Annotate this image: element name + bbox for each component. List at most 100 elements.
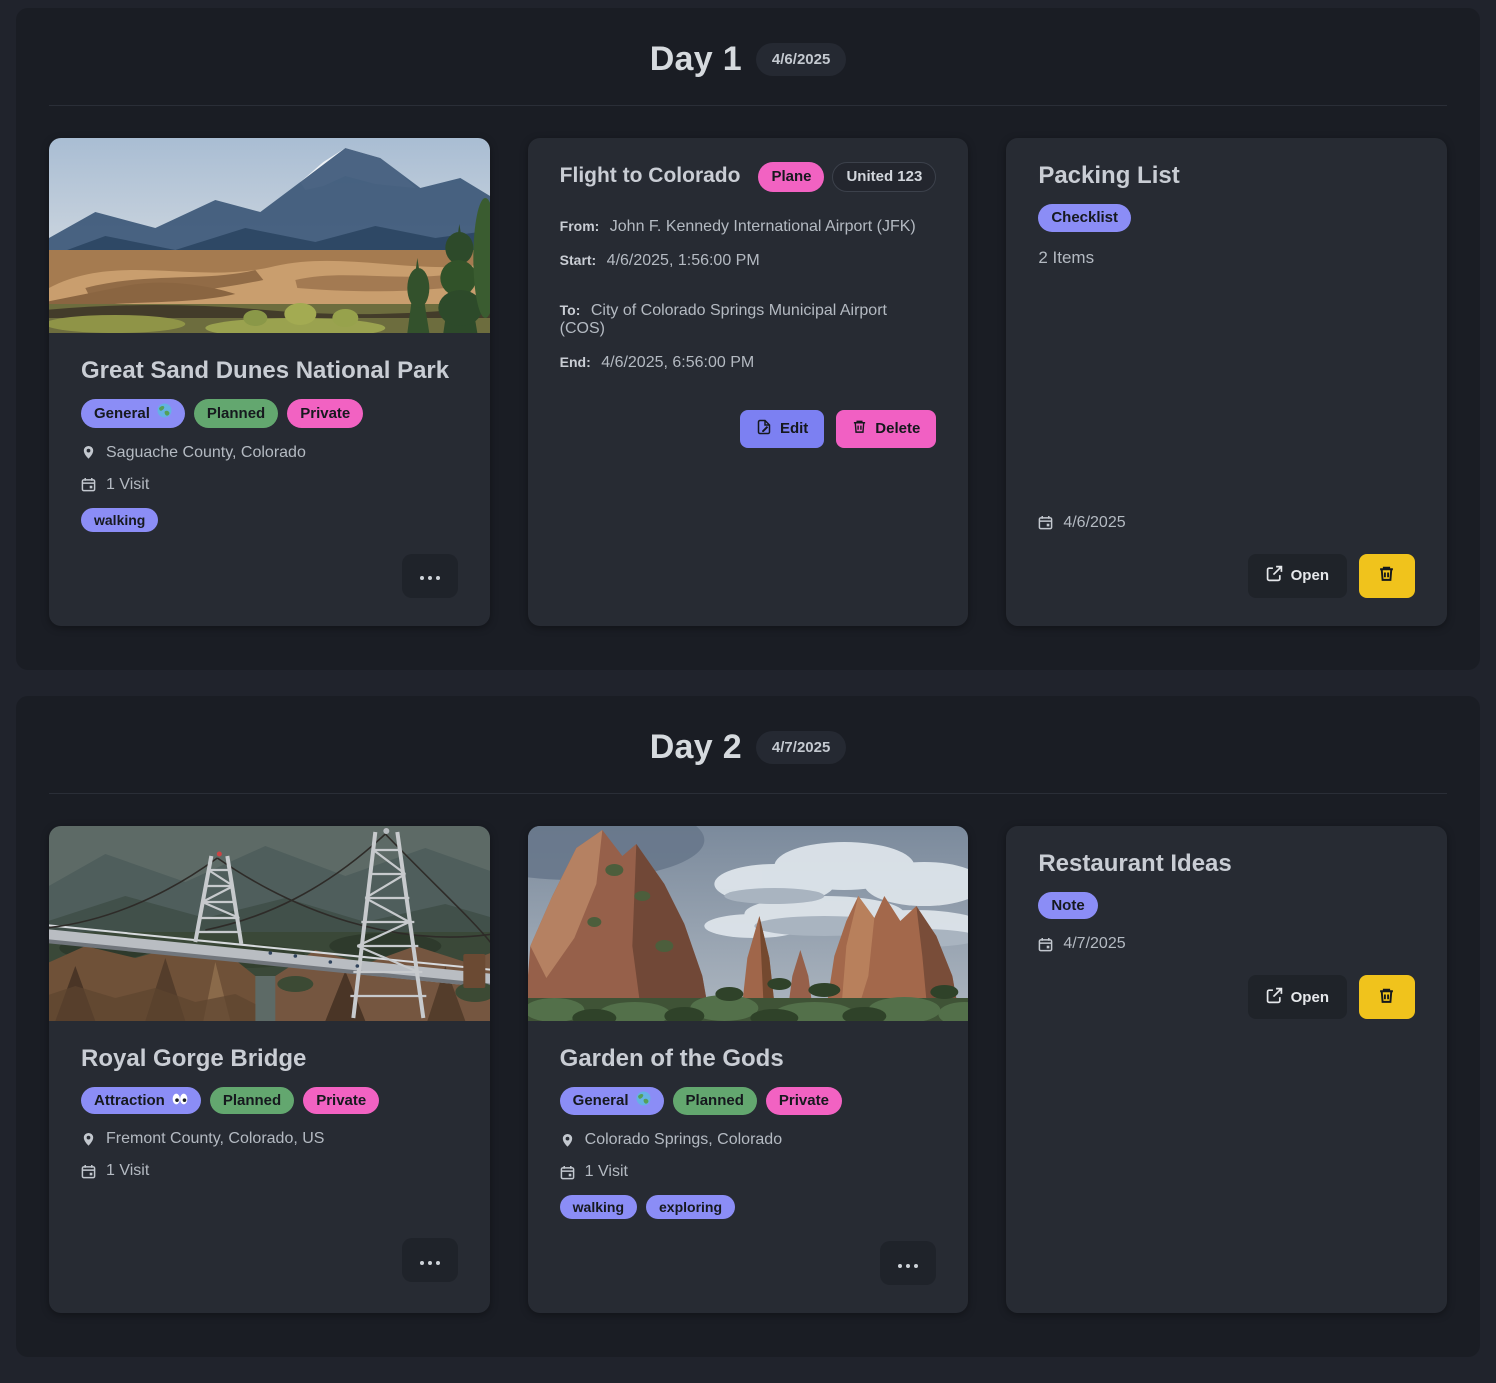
doc-type-badge: Note	[1038, 892, 1097, 920]
date-text: 4/6/2025	[1063, 514, 1125, 532]
card-actions	[560, 1225, 937, 1285]
visits-row: 1 Visit	[81, 476, 458, 494]
visits-row: 1 Visit	[560, 1163, 937, 1181]
category-badge-label: General	[573, 1091, 629, 1111]
day-2-header: Day 2 4/7/2025	[16, 696, 1480, 793]
tag-row: walking exploring	[560, 1195, 937, 1219]
more-options-button[interactable]	[880, 1241, 936, 1285]
date-row: 4/7/2025	[1038, 935, 1415, 953]
trash-icon	[852, 419, 867, 438]
note-card-body: Restaurant Ideas Note 4/7/2025 Open	[1006, 826, 1447, 1314]
place-title: Garden of the Gods	[560, 1045, 937, 1073]
globe-icon	[636, 1091, 651, 1112]
checklist-title: Packing List	[1038, 162, 1415, 190]
delete-note-button[interactable]	[1359, 975, 1415, 1019]
royal-gorge-photo	[49, 826, 490, 1021]
note-actions: Open	[1038, 963, 1415, 1019]
delete-button[interactable]: Delete	[836, 410, 936, 448]
edit-button[interactable]: Edit	[740, 410, 824, 448]
end-row: End: 4/6/2025, 6:56:00 PM	[560, 354, 937, 372]
category-badge-label: General	[94, 404, 150, 424]
day-1-header: Day 1 4/6/2025	[16, 8, 1480, 105]
flight-title: Flight to Colorado	[560, 162, 741, 188]
location-pin-icon	[81, 445, 96, 460]
status-badge: Planned	[673, 1087, 757, 1116]
card-actions	[81, 1222, 458, 1282]
visits-text: 1 Visit	[585, 1163, 628, 1181]
checklist-actions: Open	[1038, 542, 1415, 598]
more-options-button[interactable]	[402, 554, 458, 598]
date-row: 4/6/2025	[1038, 514, 1415, 532]
category-badge: Attraction	[81, 1087, 201, 1115]
calendar-icon	[81, 477, 96, 492]
open-button[interactable]: Open	[1248, 554, 1347, 598]
status-badge: Planned	[210, 1087, 294, 1115]
trash-icon	[1378, 987, 1395, 1008]
start-value: 4/6/2025, 1:56:00 PM	[607, 252, 760, 269]
badge-row: General Planned Private	[81, 399, 458, 428]
doc-type-badge: Checklist	[1038, 204, 1131, 232]
visits-row: 1 Visit	[81, 1162, 458, 1180]
card-actions	[81, 538, 458, 598]
place-card-royal-gorge: Royal Gorge Bridge Attraction Planned Pr…	[49, 826, 490, 1314]
badge-row: General Planned Private	[560, 1087, 937, 1116]
tag-chip: exploring	[646, 1195, 735, 1219]
ellipsis-icon	[418, 1252, 442, 1269]
calendar-icon	[81, 1164, 96, 1179]
start-row: Start: 4/6/2025, 1:56:00 PM	[560, 252, 937, 270]
end-value: 4/6/2025, 6:56:00 PM	[601, 354, 754, 371]
mode-badge: Plane	[758, 162, 824, 192]
to-value: City of Colorado Springs Municipal Airpo…	[560, 302, 887, 337]
place-card-garden-of-the-gods: Garden of the Gods General Planned Priva…	[528, 826, 969, 1314]
badge-row: Note	[1038, 892, 1415, 920]
flight-card-body: Flight to Colorado Plane United 123 From…	[528, 138, 969, 626]
note-card-restaurant-ideas: Restaurant Ideas Note 4/7/2025 Open	[1006, 826, 1447, 1314]
checklist-card-body: Packing List Checklist 2 Items 4/6/2025 …	[1006, 138, 1447, 626]
place-card-great-sand-dunes: Great Sand Dunes National Park General P…	[49, 138, 490, 626]
place-card-body: Great Sand Dunes National Park General P…	[49, 333, 490, 626]
place-card-body: Royal Gorge Bridge Attraction Planned Pr…	[49, 1021, 490, 1314]
sand-dunes-photo	[49, 138, 490, 333]
tag-row: walking	[81, 508, 458, 532]
flight-actions: Edit Delete	[560, 398, 937, 448]
eyes-icon	[172, 1091, 188, 1111]
location-row: Colorado Springs, Colorado	[560, 1131, 937, 1149]
calendar-icon	[1038, 515, 1053, 530]
start-label: Start:	[560, 252, 597, 268]
location-pin-icon	[81, 1132, 96, 1147]
flight-number-badge: United 123	[832, 162, 936, 192]
arrival-leg: To: City of Colorado Springs Municipal A…	[560, 302, 937, 388]
badge-row: Checklist	[1038, 204, 1415, 232]
day-section-1: Day 1 4/6/2025	[16, 8, 1480, 670]
to-row: To: City of Colorado Springs Municipal A…	[560, 302, 937, 338]
day-section-2: Day 2 4/7/2025	[16, 696, 1480, 1358]
place-card-body: Garden of the Gods General Planned Priva…	[528, 1021, 969, 1314]
place-title: Great Sand Dunes National Park	[81, 357, 458, 385]
location-text: Fremont County, Colorado, US	[106, 1130, 324, 1148]
status-badge: Planned	[194, 399, 278, 428]
calendar-icon	[1038, 937, 1053, 952]
edit-document-icon	[756, 419, 772, 439]
privacy-badge: Private	[766, 1087, 842, 1116]
open-button-label: Open	[1291, 567, 1329, 584]
day-1-cards: Great Sand Dunes National Park General P…	[16, 106, 1480, 670]
category-badge: General	[560, 1087, 664, 1116]
to-label: To:	[560, 302, 581, 318]
from-value: John F. Kennedy International Airport (J…	[610, 218, 916, 235]
flight-badges: Plane United 123	[758, 162, 936, 192]
flight-header: Flight to Colorado Plane United 123	[560, 162, 937, 192]
location-text: Colorado Springs, Colorado	[585, 1131, 782, 1149]
category-badge-label: Attraction	[94, 1091, 165, 1111]
tag-chip: walking	[81, 508, 158, 532]
open-button[interactable]: Open	[1248, 975, 1347, 1019]
delete-checklist-button[interactable]	[1359, 554, 1415, 598]
category-badge: General	[81, 399, 185, 428]
more-options-button[interactable]	[402, 1238, 458, 1282]
visits-text: 1 Visit	[106, 476, 149, 494]
transportation-card-flight: Flight to Colorado Plane United 123 From…	[528, 138, 969, 626]
trash-icon	[1378, 565, 1395, 586]
day-title: Day 1	[650, 40, 742, 79]
items-count: 2 Items	[1038, 248, 1415, 268]
date-text: 4/7/2025	[1063, 935, 1125, 953]
location-text: Saguache County, Colorado	[106, 444, 306, 462]
